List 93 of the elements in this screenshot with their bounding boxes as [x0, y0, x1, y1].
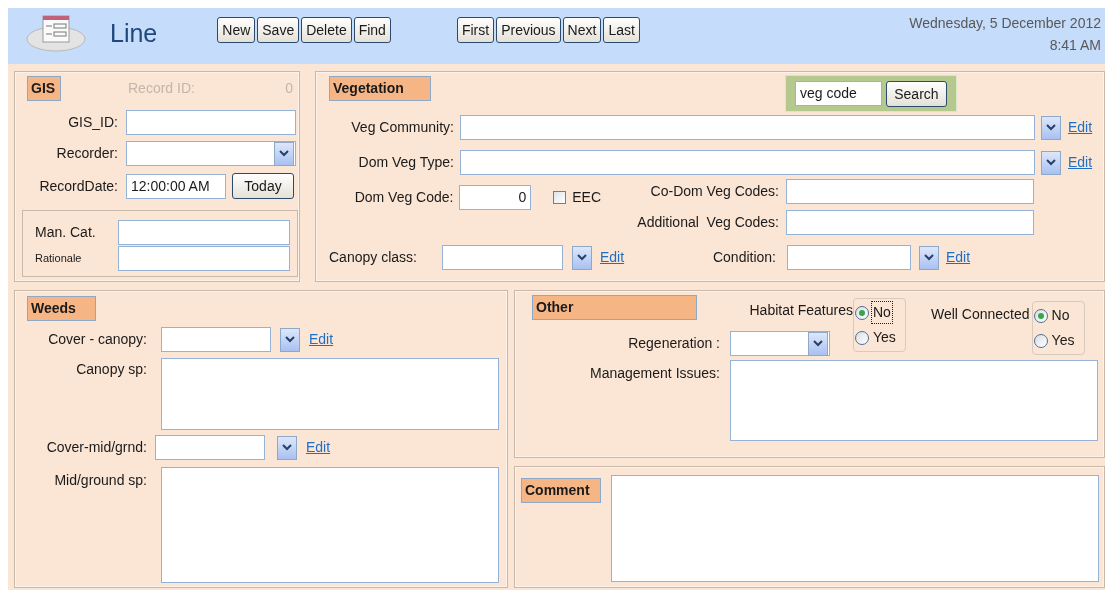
dropdown-button[interactable] — [808, 331, 828, 356]
field-label: Mid/ground sp: — [53, 471, 147, 490]
chevron-icon — [813, 340, 823, 347]
search-button[interactable]: Search — [885, 80, 947, 107]
input-field[interactable]: 12:00:00 AM — [126, 173, 226, 199]
chevron-icon — [1046, 159, 1056, 166]
input-field[interactable] — [161, 327, 271, 352]
text-area[interactable] — [611, 475, 1099, 582]
time-text: 8:41 AM — [1049, 36, 1101, 55]
dropdown-button[interactable] — [274, 141, 294, 166]
nav-button[interactable]: Next — [562, 17, 602, 43]
radio-button[interactable] — [1033, 308, 1048, 323]
toolbar-button[interactable]: Delete — [301, 17, 352, 43]
field-label: Cover-mid/grnd: — [45, 438, 147, 457]
dropdown-button[interactable] — [277, 435, 297, 460]
input-field[interactable] — [460, 150, 1035, 175]
edit-link[interactable]: Edit — [946, 247, 971, 268]
chevron-icon — [577, 254, 587, 261]
edit-link[interactable]: Edit — [309, 329, 334, 350]
field-label: EEC — [572, 188, 601, 207]
field-label: Canopy sp: — [75, 360, 147, 379]
field-label: Rationale — [34, 251, 83, 267]
field-label: Recorder: — [55, 144, 118, 163]
section-heading: Comment — [521, 478, 601, 503]
input-field[interactable] — [155, 435, 265, 460]
field-label: Condition: — [711, 248, 776, 267]
input-field[interactable] — [118, 220, 290, 245]
text-area[interactable] — [161, 358, 499, 430]
text-area[interactable] — [161, 467, 499, 583]
field-label: Management Issues: — [589, 364, 720, 383]
radio-option[interactable]: No — [1033, 304, 1084, 327]
field-label: Dom Veg Type: — [357, 153, 454, 172]
section-heading: Other — [532, 295, 697, 320]
form-title: Line — [110, 18, 158, 50]
edit-link[interactable]: Edit — [306, 437, 331, 458]
nav-button[interactable]: Last — [603, 17, 640, 43]
option-label: Yes — [1050, 331, 1076, 350]
dropdown-button[interactable] — [280, 327, 300, 352]
radio-button[interactable] — [1033, 333, 1048, 348]
toolbar-button[interactable]: Save — [257, 17, 300, 43]
chevron-icon — [1046, 124, 1056, 131]
input-field[interactable] — [786, 210, 1034, 235]
field-label: RecordDate: — [38, 176, 118, 196]
field-label: Co-Dom Veg Codes: — [649, 182, 779, 201]
dropdown-button[interactable] — [1041, 150, 1061, 175]
radio-button[interactable] — [855, 330, 869, 345]
section-heading: Weeds — [27, 296, 96, 321]
today-button[interactable]: Today — [232, 173, 294, 199]
input-field[interactable] — [442, 245, 563, 270]
field-label: Habitat Features — [749, 301, 853, 320]
nav-button[interactable]: Previous — [496, 17, 561, 43]
chevron-icon — [285, 336, 295, 343]
input-field[interactable]: veg code — [795, 81, 882, 106]
input-field[interactable] — [460, 115, 1035, 140]
dropdown-button[interactable] — [1041, 115, 1061, 140]
field-label: Veg Community: — [350, 118, 454, 137]
field-label: Man. Cat. — [34, 223, 97, 242]
chevron-icon — [924, 254, 934, 261]
field-label: Canopy class: — [329, 248, 418, 267]
toolbar-button[interactable]: Find — [353, 17, 391, 43]
field-label: Additional Veg Codes: — [636, 213, 779, 232]
dropdown-button[interactable] — [919, 245, 939, 270]
radio-option[interactable]: Yes — [855, 326, 905, 349]
input-field[interactable] — [118, 246, 290, 271]
section-heading: Vegetation — [329, 76, 431, 101]
date-text: Wednesday, 5 December 2012 — [909, 14, 1101, 33]
toolbar-button[interactable]: New — [217, 17, 256, 43]
edit-link[interactable]: Edit — [1068, 152, 1093, 173]
option-label: Yes — [872, 328, 897, 347]
field-label: Dom Veg Code: — [353, 188, 454, 207]
radio-button[interactable] — [855, 305, 869, 320]
edit-link[interactable]: Edit — [1068, 117, 1093, 138]
radio-option[interactable]: Yes — [1033, 329, 1084, 352]
input-field[interactable] — [126, 110, 296, 135]
input-field[interactable]: 0 — [459, 185, 532, 210]
dropdown-field[interactable] — [126, 141, 296, 166]
option-label: No — [1050, 306, 1071, 325]
field-label: Regeneration : — [627, 334, 720, 353]
option-label: No — [872, 302, 892, 323]
field-label: Cover - canopy: — [47, 330, 147, 349]
edit-link[interactable]: Edit — [600, 247, 625, 268]
checkbox[interactable] — [553, 191, 567, 204]
nav-button[interactable]: First — [456, 17, 495, 43]
radio-option[interactable]: No — [855, 301, 905, 324]
field-label: Well Connected — [931, 305, 1030, 324]
dropdown-field[interactable] — [730, 331, 830, 356]
dropdown-button[interactable] — [572, 245, 592, 270]
input-field[interactable] — [786, 179, 1034, 204]
chevron-icon — [282, 444, 292, 451]
input-field[interactable] — [787, 245, 911, 270]
field-label: GIS_ID: — [67, 113, 118, 132]
section-heading: GIS — [27, 76, 61, 101]
chevron-icon — [279, 150, 289, 157]
